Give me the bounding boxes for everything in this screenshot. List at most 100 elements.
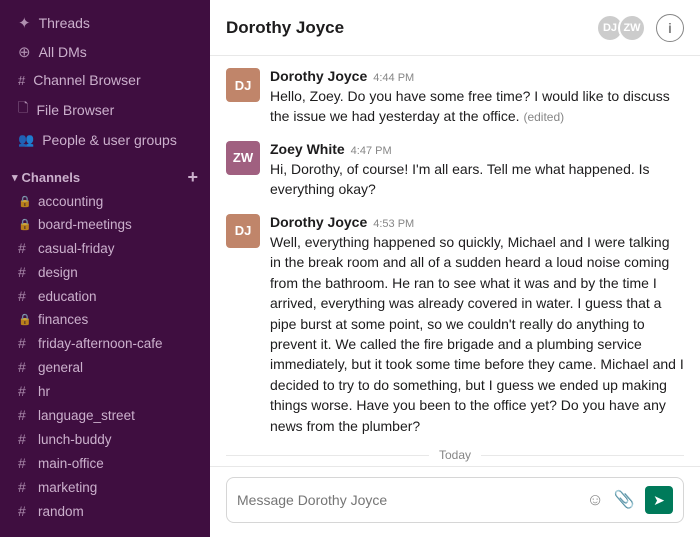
channel-label: hr <box>38 384 50 399</box>
message-content: Zoey White 4:47 PM Hi, Dorothy, of cours… <box>270 141 684 200</box>
threads-icon: ✦ <box>18 14 31 32</box>
channel-icon: # <box>18 288 32 304</box>
send-button[interactable]: ➤ <box>645 486 673 514</box>
emoji-button[interactable]: ☺ <box>586 490 603 510</box>
message-row: DJ Dorothy Joyce 4:53 PM Well, everythin… <box>226 214 684 436</box>
main-panel: Dorothy Joyce DJ ZW i DJ Dorothy Joyce 4… <box>210 0 700 537</box>
message-content: Dorothy Joyce 4:53 PM Well, everything h… <box>270 214 684 436</box>
channel-icon: # <box>18 479 32 495</box>
channel-label: marketing <box>38 480 97 495</box>
channel-label: education <box>38 289 97 304</box>
message-row: ZW Zoey White 4:47 PM Hi, Dorothy, of co… <box>226 141 684 200</box>
channel-item-hr[interactable]: # hr <box>6 379 204 403</box>
chat-header-right: DJ ZW i <box>596 14 684 42</box>
message-input-box: ☺ 📎 ➤ <box>226 477 684 523</box>
message-avatar: DJ <box>226 214 260 248</box>
sidebar-item-all-dms[interactable]: ⊕ All DMs <box>6 38 204 66</box>
messages-area: DJ Dorothy Joyce 4:44 PM Hello, Zoey. Do… <box>210 56 700 444</box>
file-browser-icon: 🗋 <box>18 99 28 121</box>
message-avatar: DJ <box>226 68 260 102</box>
channel-icon: # <box>18 407 32 423</box>
message-input[interactable] <box>237 492 578 508</box>
channel-label: random <box>38 504 84 519</box>
sidebar-item-channel-browser-label: Channel Browser <box>33 72 140 88</box>
message-avatar: ZW <box>226 141 260 175</box>
sidebar-item-all-dms-label: All DMs <box>39 44 87 60</box>
channel-icon: # <box>18 264 32 280</box>
channel-icon: # <box>18 383 32 399</box>
channels-label: Channels <box>22 170 81 185</box>
input-toolbar: ☺ 📎 ➤ <box>586 486 673 514</box>
avatar-zoey: ZW <box>618 14 646 42</box>
channel-icon: # <box>18 240 32 256</box>
attachment-button[interactable]: 📎 <box>614 490 635 510</box>
channel-item-general[interactable]: # general <box>6 355 204 379</box>
message-author: Dorothy Joyce <box>270 68 367 84</box>
message-meta: Zoey White 4:47 PM <box>270 141 684 157</box>
sidebar-item-channel-browser[interactable]: # Channel Browser <box>6 67 204 93</box>
sidebar-item-people-user-groups-label: People & user groups <box>42 132 177 148</box>
avatar-stack: DJ ZW <box>596 14 646 42</box>
channel-item-education[interactable]: # education <box>6 284 204 308</box>
channel-item-finances[interactable]: 🔒 finances <box>6 308 204 331</box>
channels-section-header: ▾ Channels + <box>0 154 210 190</box>
all-dms-icon: ⊕ <box>18 43 31 61</box>
channel-label: lunch-buddy <box>38 432 112 447</box>
channel-item-main-office[interactable]: #main-office <box>6 451 204 475</box>
channel-icon: 🔒 <box>18 218 32 231</box>
channel-label: friday-afternoon-cafe <box>38 336 163 351</box>
message-time: 4:47 PM <box>351 145 392 157</box>
channel-label: general <box>38 360 83 375</box>
channel-icon: # <box>18 503 32 519</box>
channel-label: finances <box>38 312 88 327</box>
channel-item-friday-afternoon-cafe[interactable]: # friday-afternoon-cafe <box>6 331 204 355</box>
add-channel-button[interactable]: + <box>187 168 198 186</box>
channel-label: language_street <box>38 408 135 423</box>
channel-icon: # <box>18 455 32 471</box>
channel-item-accounting[interactable]: 🔒 accounting <box>6 190 204 213</box>
message-content: Dorothy Joyce 4:44 PM Hello, Zoey. Do yo… <box>270 68 684 127</box>
channel-list: 🔒 accounting 🔒 board-meetings # casual-friday… <box>0 190 210 523</box>
sidebar-item-people-user-groups[interactable]: 👥 People & user groups <box>6 127 204 153</box>
sidebar-item-file-browser[interactable]: 🗋 File Browser <box>6 94 204 126</box>
channel-item-casual-friday[interactable]: # casual-friday <box>6 236 204 260</box>
today-label: Today <box>439 448 471 462</box>
info-button[interactable]: i <box>656 14 684 42</box>
sidebar-item-file-browser-label: File Browser <box>36 102 114 118</box>
channel-icon: # <box>18 359 32 375</box>
channel-label: board-meetings <box>38 217 132 232</box>
edited-indicator: (edited) <box>523 110 564 124</box>
channel-label: accounting <box>38 194 103 209</box>
message-time: 4:44 PM <box>373 72 414 84</box>
message-meta: Dorothy Joyce 4:44 PM <box>270 68 684 84</box>
chevron-icon: ▾ <box>12 171 18 184</box>
input-area: ☺ 📎 ➤ <box>210 466 700 537</box>
chat-title: Dorothy Joyce <box>226 18 344 38</box>
sidebar-item-threads-label: Threads <box>39 15 90 31</box>
channel-item-design[interactable]: # design <box>6 260 204 284</box>
sidebar-item-threads[interactable]: ✦ Threads <box>6 9 204 37</box>
channel-icon: # <box>18 431 32 447</box>
channels-collapse-btn[interactable]: ▾ Channels <box>12 170 80 185</box>
channel-item-board-meetings[interactable]: 🔒 board-meetings <box>6 213 204 236</box>
channel-browser-icon: # <box>18 73 25 88</box>
people-icon: 👥 <box>18 132 34 148</box>
channel-label: design <box>38 265 78 280</box>
channel-item-marketing[interactable]: # marketing <box>6 475 204 499</box>
channel-item-random[interactable]: # random <box>6 499 204 523</box>
chat-header: Dorothy Joyce DJ ZW i <box>210 0 700 56</box>
message-author: Zoey White <box>270 141 345 157</box>
sidebar: ✦ Threads ⊕ All DMs # Channel Browser 🗋 … <box>0 0 210 537</box>
channel-label: casual-friday <box>38 241 115 256</box>
message-text: Hello, Zoey. Do you have some free time?… <box>270 86 684 127</box>
message-meta: Dorothy Joyce 4:53 PM <box>270 214 684 230</box>
channel-icon: # <box>18 335 32 351</box>
message-text: Well, everything happened so quickly, Mi… <box>270 232 684 436</box>
channel-item-lunch-buddy[interactable]: # lunch-buddy <box>6 427 204 451</box>
message-author: Dorothy Joyce <box>270 214 367 230</box>
message-row: DJ Dorothy Joyce 4:44 PM Hello, Zoey. Do… <box>226 68 684 127</box>
channel-icon: 🔒 <box>18 313 32 326</box>
channel-item-language_street[interactable]: # language_street <box>6 403 204 427</box>
today-divider: Today <box>226 448 684 462</box>
channel-icon: 🔒 <box>18 195 32 208</box>
